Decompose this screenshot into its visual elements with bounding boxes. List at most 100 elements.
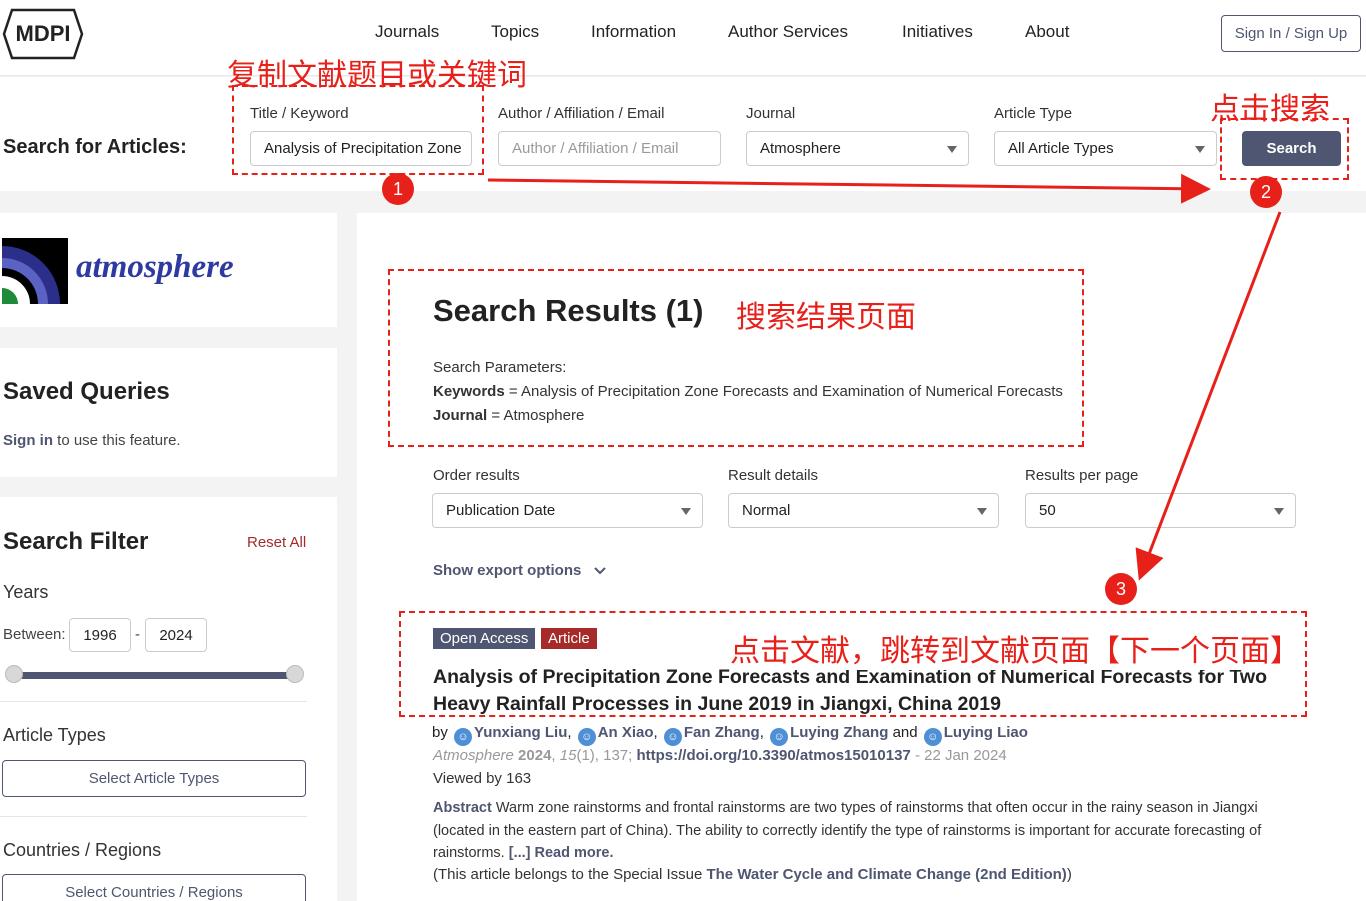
journal-logo-panel: atmosphere xyxy=(0,213,337,327)
order-label: Order results xyxy=(433,467,520,484)
person-icon: ☺ xyxy=(454,728,473,746)
chevron-down-icon xyxy=(593,567,606,575)
nav-topics[interactable]: Topics xyxy=(491,22,539,42)
and-label: and xyxy=(892,724,918,741)
nav-author-services[interactable]: Author Services xyxy=(728,22,848,42)
between-label: Between: xyxy=(3,626,66,643)
article-type-select[interactable]: All Article Types xyxy=(994,131,1217,166)
read-more-link[interactable]: [...] Read more. xyxy=(509,845,614,861)
reset-all-link[interactable]: Reset All xyxy=(247,534,306,551)
author-link[interactable]: Fan Zhang xyxy=(684,724,760,741)
details-select-value: Normal xyxy=(742,502,791,519)
year-range-slider[interactable] xyxy=(13,672,295,679)
param-keywords-value: = Analysis of Precipitation Zone Forecas… xyxy=(504,383,1063,400)
article-abstract: Abstract Warm zone rainstorms and fronta… xyxy=(433,797,1303,865)
results-panel: Search Results (1) Search Parameters: Ke… xyxy=(357,213,1366,901)
site-header: MDPI Journals Topics Information Author … xyxy=(0,0,1366,76)
special-issue-note: (This article belongs to the Special Iss… xyxy=(433,866,1072,883)
sign-in-note-text: to use this feature. xyxy=(53,432,181,449)
nav-about[interactable]: About xyxy=(1025,22,1069,42)
person-icon: ☺ xyxy=(663,728,682,746)
article-type-label: Article Type xyxy=(994,105,1073,122)
sign-in-button[interactable]: Sign In / Sign Up xyxy=(1221,15,1361,52)
article-badge: Article xyxy=(541,628,597,649)
mdpi-logo[interactable]: MDPI xyxy=(2,8,84,60)
author-link[interactable]: An Xiao xyxy=(598,724,654,741)
param-journal-value: = Atmosphere xyxy=(487,407,585,424)
order-select-value: Publication Date xyxy=(446,502,556,519)
param-journal: Journal = Atmosphere xyxy=(433,407,584,424)
title-keyword-input[interactable]: Analysis of Precipitation Zone xyxy=(250,131,472,166)
show-export-options[interactable]: Show export options xyxy=(433,562,606,579)
chevron-down-icon xyxy=(947,146,957,153)
param-keywords: Keywords = Analysis of Precipitation Zon… xyxy=(433,383,1063,400)
chevron-down-icon xyxy=(681,508,691,515)
select-article-types-button[interactable]: Select Article Types xyxy=(2,760,306,797)
countries-label: Countries / Regions xyxy=(3,840,162,860)
journal-select[interactable]: Atmosphere xyxy=(746,131,969,166)
svg-text:MDPI: MDPI xyxy=(16,21,71,46)
details-select[interactable]: Normal xyxy=(728,493,999,528)
author-label: Author / Affiliation / Email xyxy=(498,105,665,122)
search-bar: Search for Articles: Title / Keyword Ana… xyxy=(0,77,1366,191)
divider xyxy=(0,816,307,817)
search-filter-title: Search Filter xyxy=(3,528,149,555)
citation-journal: Atmosphere xyxy=(433,747,514,764)
year-from-input[interactable]: 1996 xyxy=(69,618,131,652)
results-title: Search Results (1) xyxy=(433,293,704,328)
author-link[interactable]: Luying Liao xyxy=(944,724,1028,741)
article-citation: Atmosphere 2024, 15(1), 137; https://doi… xyxy=(433,747,1007,764)
special-issue-link[interactable]: The Water Cycle and Climate Change (2nd … xyxy=(706,866,1066,883)
journal-name[interactable]: atmosphere xyxy=(76,249,234,286)
article-types-label: Article Types xyxy=(3,725,106,745)
journal-select-value: Atmosphere xyxy=(760,140,841,157)
nav-information[interactable]: Information xyxy=(591,22,676,42)
perpage-label: Results per page xyxy=(1025,467,1139,484)
year-to-input[interactable]: 2024 xyxy=(145,618,207,652)
slider-handle-max[interactable] xyxy=(286,665,304,683)
viewed-count: Viewed by 163 xyxy=(433,770,532,787)
search-title: Search for Articles: xyxy=(3,136,187,158)
open-access-badge: Open Access xyxy=(433,628,536,649)
search-button[interactable]: Search xyxy=(1242,131,1341,166)
nav-journals[interactable]: Journals xyxy=(375,22,439,42)
author-input[interactable]: Author / Affiliation / Email xyxy=(498,131,721,166)
search-filter-panel: Search Filter Reset All Years Between: 1… xyxy=(0,497,337,901)
slider-handle-min[interactable] xyxy=(5,665,23,683)
select-countries-button[interactable]: Select Countries / Regions xyxy=(2,874,306,901)
person-icon: ☺ xyxy=(923,728,942,746)
person-icon: ☺ xyxy=(577,728,596,746)
saved-queries-panel: Saved Queries Sign in to use this featur… xyxy=(0,348,337,477)
chevron-down-icon xyxy=(1195,146,1205,153)
order-select[interactable]: Publication Date xyxy=(432,493,703,528)
param-journal-key: Journal xyxy=(433,407,488,424)
years-label: Years xyxy=(3,582,49,602)
person-icon: ☺ xyxy=(770,728,789,746)
sign-in-link[interactable]: Sign in xyxy=(3,432,53,449)
divider xyxy=(0,701,307,702)
author-link[interactable]: Yunxiang Liu xyxy=(474,724,567,741)
article-type-value: All Article Types xyxy=(1008,140,1114,157)
special-issue-suffix: ) xyxy=(1066,866,1072,883)
abstract-label: Abstract xyxy=(433,800,492,816)
atmosphere-logo-icon[interactable] xyxy=(2,238,68,304)
param-keywords-key: Keywords xyxy=(433,383,505,400)
article-authors: by ☺ Yunxiang Liu, ☺ An Xiao, ☺ Fan Zhang, … xyxy=(432,724,1028,746)
year-dash: - xyxy=(135,626,140,643)
nav-initiatives[interactable]: Initiatives xyxy=(902,22,973,42)
saved-queries-note: Sign in to use this feature. xyxy=(3,432,181,449)
doi-link[interactable]: https://doi.org/10.3390/atmos15010137 xyxy=(636,747,910,764)
chevron-down-icon xyxy=(977,508,987,515)
perpage-select[interactable]: 50 xyxy=(1025,493,1296,528)
title-keyword-label: Title / Keyword xyxy=(250,105,349,122)
citation-volume: 15 xyxy=(559,747,577,764)
export-label: Show export options xyxy=(433,562,582,579)
perpage-select-value: 50 xyxy=(1039,502,1056,519)
pages-count: 11 pages xyxy=(1127,629,1184,645)
special-issue-prefix: (This article belongs to the Special Iss… xyxy=(433,866,707,883)
citation-year: 2024 xyxy=(518,747,552,764)
details-label: Result details xyxy=(728,467,819,484)
citation-date: - 22 Jan 2024 xyxy=(910,747,1007,764)
author-link[interactable]: Luying Zhang xyxy=(790,724,888,741)
article-title-link[interactable]: Analysis of Precipitation Zone Forecasts… xyxy=(433,664,1293,718)
